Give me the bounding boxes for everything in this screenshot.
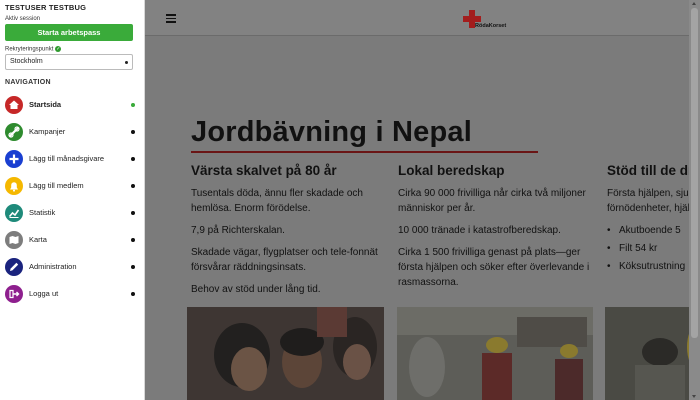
nav-item-label: Logga ut <box>29 289 59 298</box>
article-title: Jordbävning i Nepal <box>191 116 472 148</box>
photo-aid-work <box>605 307 700 400</box>
recruitment-label-text: Rekryteringspunkt <box>5 46 54 53</box>
dropdown-dot-icon <box>125 61 128 64</box>
column-paragraph: Första hjälpen, sjukvård, tillfälligt bo… <box>607 188 700 214</box>
nav-dot <box>131 292 135 296</box>
nav-item-statistik[interactable]: Statistik <box>5 204 137 222</box>
user-name: TESTUSER TESTBUG <box>5 3 87 12</box>
column-paragraph: Tusentals döda, ännu fler skadade och he… <box>191 188 363 214</box>
logo-text: RödaKorset <box>475 23 507 29</box>
column-paragraph: Skadade vägar, flygplatser och tele-fonn… <box>191 247 378 273</box>
scroll-down-arrow-icon[interactable] <box>692 395 696 398</box>
nav-item-startsida[interactable]: Startsida <box>5 96 137 114</box>
support-list: Akutboende 5 Filt 54 kr Köksutrustning <box>607 223 700 274</box>
nav-item-label: Statistik <box>29 208 56 217</box>
nav-dot <box>131 211 135 215</box>
nav-item-add-monthly-donor[interactable]: Lägg till månadsgivare <box>5 150 137 168</box>
column-local-preparedness: Lokal beredskap Cirka 90 000 frivilliga … <box>398 163 598 297</box>
nav-item-label: Lägg till medlem <box>29 181 84 190</box>
recruitment-select[interactable]: Stockholm <box>5 54 133 70</box>
column-paragraph: Cirka 1 500 frivilliga genast på plats—g… <box>398 247 590 288</box>
nav-dot <box>131 130 135 134</box>
column-paragraph: Behov av stöd under lång tid. <box>191 284 321 295</box>
list-item: Akutboende 5 <box>607 223 700 238</box>
column-heading: Värsta skalvet på 80 år <box>191 163 337 178</box>
map-icon <box>5 231 23 249</box>
start-shift-button[interactable]: Starta arbetspass <box>5 24 133 41</box>
title-underline <box>191 151 538 153</box>
site-header: RödaKorset <box>145 0 700 36</box>
plus-icon <box>5 150 23 168</box>
session-label: Aktiv session <box>5 16 41 22</box>
chart-icon <box>5 204 23 222</box>
nav-item-label: Startsida <box>29 100 62 109</box>
nav-item-label: Kampanjer <box>29 127 66 136</box>
nav-item-label: Administration <box>29 262 77 271</box>
column-heading: Stöd till de drabbade <box>607 163 700 178</box>
hamburger-menu-icon[interactable] <box>166 14 176 23</box>
scroll-up-arrow-icon[interactable] <box>692 2 696 5</box>
column-paragraph: 10 000 tränade i katastrofberedskap. <box>398 225 561 236</box>
nav-dot <box>131 238 135 242</box>
website-preview: RödaKorset Jordbävning i Nepal Värsta sk… <box>145 0 700 400</box>
list-item: Filt 54 kr <box>607 241 700 256</box>
nav-item-kampanjer[interactable]: Kampanjer <box>5 123 137 141</box>
bell-icon <box>5 177 23 195</box>
nav-item-label: Karta <box>29 235 47 244</box>
nav-item-administration[interactable]: Administration <box>5 258 137 276</box>
list-item: Köksutrustning <box>607 259 700 274</box>
photo-survivors <box>187 307 384 400</box>
column-support: Stöd till de drabbade Första hjälpen, sj… <box>607 163 700 277</box>
active-indicator-dot <box>131 103 135 107</box>
recruitment-select-value: Stockholm <box>10 58 43 65</box>
nav-item-karta[interactable]: Karta <box>5 231 137 249</box>
nav-item-logout[interactable]: Logga ut <box>5 285 137 303</box>
page-scrollbar[interactable] <box>689 0 700 400</box>
column-paragraph: 7,9 på Richterskalan. <box>191 225 285 236</box>
nav-item-label: Lägg till månadsgivare <box>29 154 105 163</box>
app-sidebar: TESTUSER TESTBUG Aktiv session Starta ar… <box>0 0 145 400</box>
column-heading: Lokal beredskap <box>398 163 505 178</box>
nav-item-add-member[interactable]: Lägg till medlem <box>5 177 137 195</box>
nav-heading: NAVIGATION <box>5 79 51 86</box>
column-paragraph: Cirka 90 000 frivilliga når cirka två mi… <box>398 188 586 214</box>
nav-dot <box>131 265 135 269</box>
photo-rescue-workers <box>397 307 593 400</box>
nav-dot <box>131 184 135 188</box>
nav-dot <box>131 157 135 161</box>
home-icon <box>5 96 23 114</box>
red-cross-logo[interactable]: RödaKorset <box>463 10 523 32</box>
recruitment-label: Rekryteringspunkt ✓ <box>5 46 62 53</box>
check-icon: ✓ <box>55 46 62 52</box>
link-icon <box>5 123 23 141</box>
logout-icon <box>5 285 23 303</box>
pencil-icon <box>5 258 23 276</box>
scroll-thumb[interactable] <box>691 8 698 338</box>
column-earthquake: Värsta skalvet på 80 år Tusentals döda, … <box>191 163 391 304</box>
